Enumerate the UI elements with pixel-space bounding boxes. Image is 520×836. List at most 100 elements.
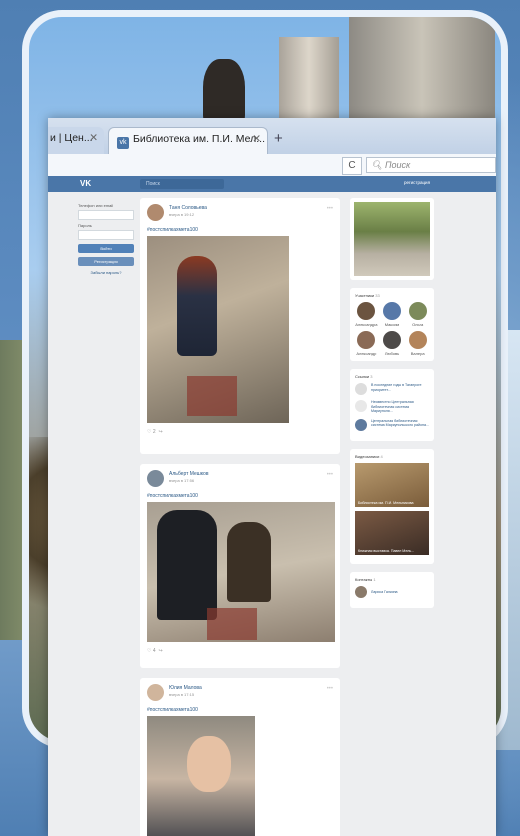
photo-person: [157, 510, 217, 620]
post-hashtag[interactable]: #постспилкахмета100: [147, 227, 333, 233]
videos-count: 4: [380, 453, 383, 459]
header-register-link[interactable]: регистрация: [404, 180, 430, 185]
video-thumbnail[interactable]: Библиотека им. П.И. Мельникова: [355, 462, 429, 507]
contact-name: Лариса Галкина: [371, 589, 398, 594]
photo-red-tiles: [187, 376, 237, 416]
member-name: Александр: [356, 351, 377, 356]
links-count: 3: [370, 374, 373, 379]
forgot-password-link[interactable]: Забыли пароль?: [78, 270, 134, 275]
reload-button[interactable]: C: [342, 157, 362, 175]
contacts-box: Контакты 1 Лариса Галкина: [350, 571, 434, 608]
post-hashtag[interactable]: #постспилкахмета100: [147, 493, 333, 499]
member-name: Ольга: [412, 322, 424, 327]
member[interactable]: Валера: [406, 331, 429, 356]
wall-feed: Таня Соловьева вчера в 19:12 ••• #постсп…: [140, 198, 340, 836]
post-hashtag[interactable]: #постспилкахмета100: [147, 707, 333, 713]
avatar[interactable]: [147, 684, 164, 701]
email-label: Телефон или email: [78, 203, 114, 208]
tab-previous[interactable]: и | Цен... ✕: [48, 127, 104, 154]
post-date[interactable]: вчера в 17:15: [169, 692, 194, 697]
link-item[interactable]: В последние годы в Таганроге приоритет..…: [355, 383, 429, 395]
share-icon[interactable]: ↪: [158, 648, 162, 654]
videos-title-label: Видеозаписи: [355, 453, 380, 459]
post-likes[interactable]: ♡ 4 ↪: [147, 648, 333, 654]
links-title[interactable]: Ссылки 3: [355, 374, 429, 379]
vk-search-input[interactable]: Поиск: [140, 179, 224, 189]
contacts-title[interactable]: Контакты 1: [355, 577, 429, 582]
link-text: Центральная библиотечная система Мариупо…: [371, 418, 429, 428]
password-label: Пароль: [78, 223, 92, 228]
avatar: [357, 302, 376, 320]
browser-search-input[interactable]: 🔍︎ Поиск: [366, 157, 496, 173]
more-icon[interactable]: •••: [327, 686, 333, 692]
more-icon[interactable]: •••: [327, 206, 333, 212]
login-form: Телефон или email Пароль Войти Регистрац…: [78, 200, 134, 275]
post-author[interactable]: Таня Соловьева: [169, 205, 207, 211]
search-icon: 🔍︎: [371, 160, 385, 170]
link-icon: [355, 418, 367, 431]
member-name: Максим: [384, 322, 400, 327]
member-name: Александра: [355, 322, 378, 327]
photo-face: [187, 736, 231, 792]
members-title-label: Участники: [355, 293, 375, 298]
wall-post: Таня Соловьева вчера в 19:12 ••• #постсп…: [140, 198, 340, 454]
tab-library[interactable]: vk Библиотека им. П.И. Мел... ✕: [108, 127, 268, 154]
email-field[interactable]: [78, 210, 134, 220]
contact-item[interactable]: Лариса Галкина: [355, 585, 429, 598]
post-photo[interactable]: [147, 236, 289, 423]
member[interactable]: Александр: [355, 331, 378, 356]
member-name: Любовь: [384, 351, 400, 356]
member[interactable]: Ольга: [406, 302, 429, 327]
new-tab-button[interactable]: +: [274, 130, 283, 147]
post-date[interactable]: вчера в 19:12: [169, 212, 194, 217]
avatar[interactable]: [147, 470, 164, 487]
right-sidebar: Участники 33 Александра Максим Ольга Але…: [350, 198, 434, 616]
register-button[interactable]: Регистрация: [78, 257, 134, 266]
video-thumbnail[interactable]: Книжная выставка. Павел Мель...: [355, 510, 429, 555]
videos-box: Видеозаписи 4 Библиотека им. П.И. Мельни…: [350, 448, 434, 564]
member[interactable]: Любовь: [381, 331, 404, 356]
close-icon[interactable]: ✕: [89, 132, 98, 144]
wall-post: Альберт Мешков вчера в 17:56 ••• #постсп…: [140, 464, 340, 668]
member[interactable]: Александра: [355, 302, 378, 327]
photo-person: [177, 256, 217, 356]
login-button[interactable]: Войти: [78, 244, 134, 253]
contacts-title-label: Контакты: [355, 576, 373, 582]
link-item[interactable]: Неизвестно Центральная библиотечная сист…: [355, 400, 429, 414]
member-name: Валера: [410, 351, 425, 356]
tab-previous-label: и | Цен...: [50, 132, 93, 144]
like-count: 4: [152, 648, 156, 654]
members-title[interactable]: Участники 33: [355, 293, 429, 298]
avatar: [408, 302, 427, 320]
post-likes[interactable]: ♡ 2 ↪: [147, 429, 333, 435]
close-icon[interactable]: ✕: [252, 133, 261, 145]
link-text: В последние годы в Таганроге приоритет..…: [371, 383, 422, 392]
vk-logo[interactable]: VK: [80, 179, 91, 188]
more-icon[interactable]: •••: [327, 472, 333, 478]
post-photo[interactable]: [147, 502, 335, 642]
vk-page: VK Поиск регистрация Телефон или email П…: [48, 176, 496, 836]
share-icon[interactable]: ↪: [158, 429, 162, 435]
vk-header: VK Поиск регистрация: [48, 176, 496, 192]
password-field[interactable]: [78, 230, 134, 240]
post-author[interactable]: Альберт Мешков: [169, 471, 209, 477]
post-date[interactable]: вчера в 17:56: [169, 478, 194, 483]
photo-person: [227, 522, 271, 602]
avatar[interactable]: [147, 204, 164, 221]
photo-red-tiles: [207, 608, 257, 640]
contacts-count: 1: [373, 576, 376, 582]
links-title-label: Ссылки: [355, 374, 370, 379]
video-caption: Библиотека им. П.И. Мельникова: [358, 500, 414, 505]
member[interactable]: Максим: [381, 302, 404, 327]
group-cover-box: [350, 198, 434, 280]
link-item[interactable]: Центральная библиотечная система Мариупо…: [355, 418, 429, 431]
video-caption: Книжная выставка. Павел Мель...: [358, 548, 415, 553]
videos-title[interactable]: Видеозаписи 4: [355, 454, 429, 459]
post-author[interactable]: Юлия Малова: [169, 685, 202, 691]
post-photo[interactable]: [147, 716, 255, 836]
browser-window: и | Цен... ✕ vk Библиотека им. П.И. Мел..…: [48, 118, 496, 836]
group-cover-photo[interactable]: [354, 202, 430, 276]
avatar: [355, 585, 367, 598]
avatar: [357, 331, 376, 349]
link-icon: [355, 383, 367, 395]
